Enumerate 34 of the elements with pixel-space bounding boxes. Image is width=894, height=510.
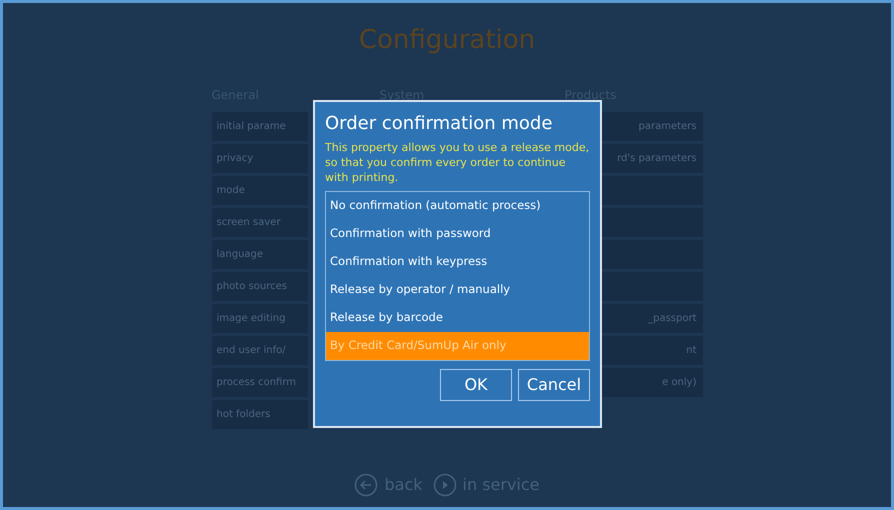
tile-label: end user info/ bbox=[216, 344, 286, 358]
tile-label: screen saver bbox=[216, 216, 280, 230]
settings-tile[interactable]: mode bbox=[212, 176, 308, 205]
settings-tile[interactable]: screen saver bbox=[212, 208, 308, 237]
settings-tile[interactable]: image editing bbox=[212, 304, 308, 333]
settings-tile[interactable]: end user info/ bbox=[212, 336, 308, 365]
settings-tile[interactable]: process confirm bbox=[212, 368, 308, 397]
settings-tile[interactable]: privacy bbox=[212, 144, 308, 173]
tile-label: initial parame bbox=[216, 120, 286, 134]
page-title: Configuration bbox=[358, 24, 536, 57]
option-item[interactable]: By Credit Card/SumUp Air only bbox=[326, 332, 589, 360]
tile-label: rd's parameters bbox=[617, 152, 696, 166]
tile-label: language bbox=[216, 248, 264, 262]
ok-button[interactable]: OK bbox=[440, 369, 512, 401]
option-item[interactable]: Confirmation with keypress bbox=[326, 248, 589, 276]
settings-tile[interactable]: initial parame bbox=[212, 112, 308, 141]
play-icon[interactable] bbox=[432, 473, 457, 497]
tile-label: hot folders bbox=[216, 408, 270, 422]
settings-tile[interactable]: photo sources bbox=[212, 272, 308, 301]
tile-label: image editing bbox=[216, 312, 286, 326]
option-item[interactable]: Release by operator / manually bbox=[326, 276, 589, 304]
tile-label: privacy bbox=[216, 152, 254, 166]
settings-tile[interactable]: language bbox=[212, 240, 308, 269]
tile-label: nt bbox=[686, 344, 696, 358]
tile-label: process confirm bbox=[216, 376, 296, 390]
tile-label: _passport bbox=[648, 312, 696, 326]
tile-label: e only) bbox=[662, 376, 696, 390]
option-item[interactable]: Confirmation with password bbox=[326, 220, 589, 248]
option-item[interactable]: No confirmation (automatic process) bbox=[326, 192, 589, 220]
cancel-button[interactable]: Cancel bbox=[518, 369, 590, 401]
tile-label: mode bbox=[216, 184, 245, 198]
tile-label: photo sources bbox=[216, 280, 287, 294]
settings-tile[interactable]: hot folders bbox=[212, 400, 308, 429]
tile-label: parameters bbox=[638, 120, 696, 134]
